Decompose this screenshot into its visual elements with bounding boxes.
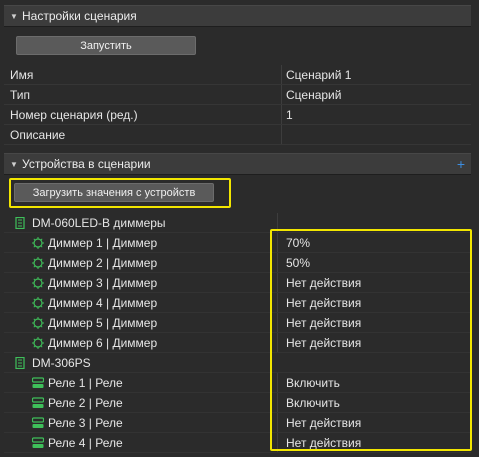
device-group-name: DM-060LED-B диммеры xyxy=(32,216,166,230)
relay-icon xyxy=(32,437,44,448)
device-item-value[interactable]: 50% xyxy=(277,253,471,272)
collapse-arrow-icon[interactable]: ▼ xyxy=(6,160,22,169)
device-group-name: DM-306PS xyxy=(32,356,91,370)
collapse-arrow-icon[interactable]: ▼ xyxy=(6,12,22,21)
device-item-value[interactable]: Нет действия xyxy=(277,293,471,312)
scenario-settings-title: Настройки сценария xyxy=(22,9,137,23)
device-item-value[interactable]: Включить xyxy=(277,373,471,392)
device-item-label: Диммер 3 | Диммер xyxy=(48,276,158,290)
property-row-name[interactable]: Имя Сценарий 1 xyxy=(4,65,471,85)
device-item-label: Реле 1 | Реле xyxy=(48,376,123,390)
dimmer-icon xyxy=(32,277,44,289)
dimmer-icon xyxy=(32,337,44,349)
property-value[interactable] xyxy=(281,125,471,144)
device-item-label: Диммер 5 | Диммер xyxy=(48,316,158,330)
device-group-value xyxy=(277,213,471,232)
device-item-value[interactable]: 70% xyxy=(277,233,471,252)
dimmer-icon xyxy=(32,317,44,329)
device-item-value[interactable]: Нет действия xyxy=(277,413,471,432)
property-row-type[interactable]: Тип Сценарий xyxy=(4,85,471,105)
dimmer-module-icon xyxy=(15,217,25,229)
load-values-button[interactable]: Загрузить значения с устройств xyxy=(14,183,214,202)
device-item-row[interactable]: Реле 3 | Реле Нет действия xyxy=(4,413,471,433)
device-item-row[interactable]: Диммер 1 | Диммер 70% xyxy=(4,233,471,253)
device-item-row[interactable]: Реле 2 | Реле Включить xyxy=(4,393,471,413)
dimmer-icon xyxy=(32,237,44,249)
device-item-label: Диммер 1 | Диммер xyxy=(48,236,158,250)
device-item-value[interactable]: Нет действия xyxy=(277,313,471,332)
relay-module-icon xyxy=(15,357,25,369)
property-name: Описание xyxy=(10,127,66,142)
relay-icon xyxy=(32,397,44,408)
run-button[interactable]: Запустить xyxy=(16,36,196,55)
device-item-value[interactable]: Нет действия xyxy=(277,333,471,352)
devices-section-title: Устройства в сценарии xyxy=(22,157,151,171)
device-item-row[interactable]: Диммер 4 | Диммер Нет действия xyxy=(4,293,471,313)
dimmer-icon xyxy=(32,257,44,269)
device-item-label: Диммер 2 | Диммер xyxy=(48,256,158,270)
property-value[interactable]: Сценарий 1 xyxy=(281,65,471,84)
device-item-value[interactable]: Нет действия xyxy=(277,433,471,452)
property-name: Тип xyxy=(10,87,31,102)
device-item-label: Реле 3 | Реле xyxy=(48,416,123,430)
property-value[interactable]: 1 xyxy=(281,105,471,124)
device-item-label: Диммер 4 | Диммер xyxy=(48,296,158,310)
device-item-value[interactable]: Включить xyxy=(277,393,471,412)
device-item-row[interactable]: Диммер 3 | Диммер Нет действия xyxy=(4,273,471,293)
devices-section-header[interactable]: ▼ Устройства в сценарии + xyxy=(4,153,471,175)
property-name: Имя xyxy=(10,67,34,82)
device-item-row[interactable]: Реле 4 | Реле Нет действия xyxy=(4,433,471,453)
scenario-settings-header[interactable]: ▼ Настройки сценария xyxy=(4,5,471,27)
property-row-number[interactable]: Номер сценария (ред.) 1 xyxy=(4,105,471,125)
add-device-icon[interactable]: + xyxy=(457,157,465,171)
device-item-label: Реле 2 | Реле xyxy=(48,396,123,410)
device-group-relays[interactable]: DM-306PS xyxy=(4,353,471,373)
relay-icon xyxy=(32,417,44,428)
device-group-dimmers[interactable]: DM-060LED-B диммеры xyxy=(4,213,471,233)
property-value[interactable]: Сценарий xyxy=(281,85,471,104)
device-item-row[interactable]: Диммер 6 | Диммер Нет действия xyxy=(4,333,471,353)
device-item-row[interactable]: Диммер 2 | Диммер 50% xyxy=(4,253,471,273)
relay-icon xyxy=(32,377,44,388)
property-row-description[interactable]: Описание xyxy=(4,125,471,145)
device-item-row[interactable]: Реле 1 | Реле Включить xyxy=(4,373,471,393)
device-item-row[interactable]: Диммер 5 | Диммер Нет действия xyxy=(4,313,471,333)
dimmer-icon xyxy=(32,297,44,309)
property-name: Номер сценария (ред.) xyxy=(10,107,138,122)
device-item-value[interactable]: Нет действия xyxy=(277,273,471,292)
device-item-label: Реле 4 | Реле xyxy=(48,436,123,450)
device-item-label: Диммер 6 | Диммер xyxy=(48,336,158,350)
